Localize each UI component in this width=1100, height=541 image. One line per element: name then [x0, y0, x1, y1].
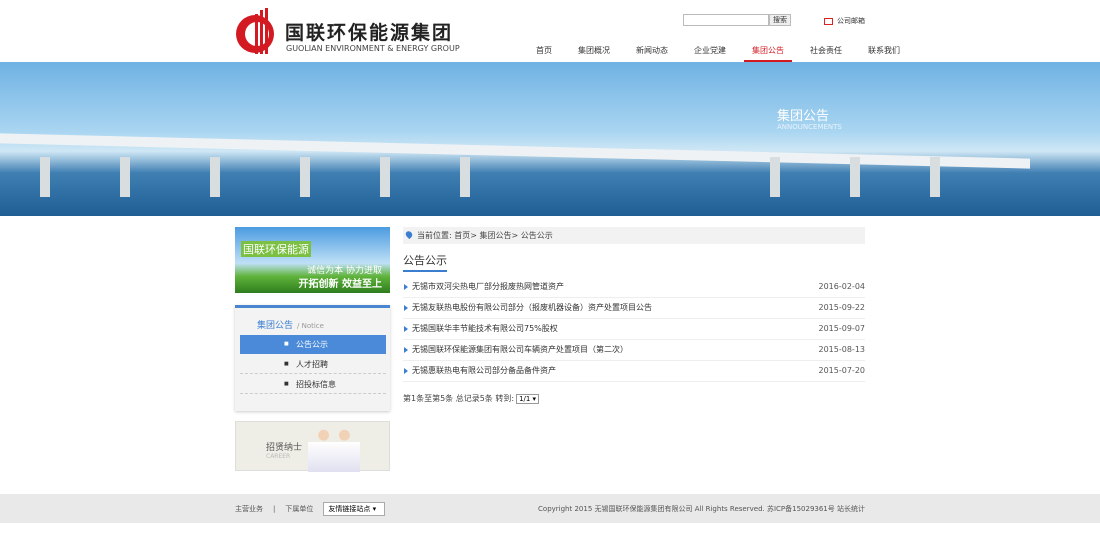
- nav-announcements[interactable]: 集团公告: [744, 45, 792, 62]
- company-mail-link[interactable]: 公司邮箱: [824, 16, 865, 26]
- friend-links-value: 友情链接站点: [328, 505, 371, 513]
- logo-icon[interactable]: [235, 8, 275, 54]
- breadcrumb: 当前位置: 首页> 集团公告> 公告公示: [403, 227, 865, 244]
- sidebar-item-bidding[interactable]: 招投标信息: [240, 375, 386, 394]
- item-date: 2015-09-07: [818, 324, 866, 333]
- banner-subtitle: ANNOUNCEMENTS: [777, 123, 842, 131]
- arrow-icon: [404, 368, 408, 374]
- item-title[interactable]: 无锡友联热电股份有限公司部分（报废机器设备）资产处置项目公告: [412, 298, 652, 318]
- nav-news[interactable]: 新闻动态: [628, 45, 676, 62]
- sidebar-menu: 集团公告/ Notice 公告公示 人才招聘 招投标信息: [235, 305, 390, 411]
- sidebar-promo-image: 国联环保能源 诚信为本 协力进取 开拓创新 效益至上: [235, 227, 390, 293]
- sidebar-item-notices[interactable]: 公告公示: [240, 335, 386, 354]
- pager-text: 第1条至第5条 总记录5条 转到:: [403, 394, 515, 403]
- career-title: 招贤纳士: [266, 443, 303, 453]
- pagination: 第1条至第5条 总记录5条 转到: 1/1 ▾: [403, 393, 540, 404]
- item-date: 2015-09-22: [818, 303, 866, 312]
- item-title[interactable]: 无锡国联华丰节能技术有限公司75%股权: [412, 319, 558, 339]
- career-banner[interactable]: 招贤纳士 CAREER: [235, 421, 390, 472]
- search-button[interactable]: 搜索: [769, 14, 791, 26]
- footer-links: 主营业务 | 下属单位 友情链接站点 ▾: [235, 502, 386, 516]
- footer-link-subsidiaries[interactable]: 下属单位: [285, 504, 313, 514]
- promo-line2: 开拓创新 效益至上: [298, 279, 382, 290]
- promo-brand: 国联环保能源: [241, 241, 311, 257]
- list-item[interactable]: 无锡市双河尖热电厂部分报废热网管道资产 2016-02-04: [403, 277, 865, 298]
- list-item[interactable]: 无锡友联热电股份有限公司部分（报废机器设备）资产处置项目公告 2015-09-22: [403, 298, 865, 319]
- breadcrumb-text: 当前位置: 首页> 集团公告> 公告公示: [417, 231, 553, 240]
- friend-links-select[interactable]: 友情链接站点 ▾: [323, 502, 386, 516]
- footer-separator: |: [273, 505, 276, 513]
- list-item[interactable]: 无锡国联环保能源集团有限公司车辆资产处置项目（第二次） 2015-08-13: [403, 340, 865, 361]
- item-title[interactable]: 无锡惠联热电有限公司部分备品备件资产: [412, 361, 556, 381]
- banner-image: [0, 62, 1100, 216]
- sidebar-item-recruitment[interactable]: 人才招聘: [240, 355, 386, 374]
- item-title[interactable]: 无锡国联环保能源集团有限公司车辆资产处置项目（第二次）: [412, 340, 628, 360]
- item-date: 2015-07-20: [818, 366, 866, 375]
- people-image: [308, 426, 360, 472]
- sidebar-title-cn: 集团公告: [257, 321, 294, 331]
- search-input[interactable]: [683, 14, 769, 26]
- arrow-icon: [404, 284, 408, 290]
- nav-responsibility[interactable]: 社会责任: [802, 45, 850, 62]
- page-title: 公告公示: [403, 252, 447, 272]
- nav-party[interactable]: 企业党建: [686, 45, 734, 62]
- list-item[interactable]: 无锡惠联热电有限公司部分备品备件资产 2015-07-20: [403, 361, 865, 382]
- item-date: 2015-08-13: [818, 345, 866, 354]
- copyright: Copyright 2015 无锡国联环保能源集团有限公司 All Rights…: [538, 505, 865, 513]
- mail-label: 公司邮箱: [837, 17, 865, 25]
- footer-link-business[interactable]: 主营业务: [235, 504, 263, 514]
- sidebar-title: 集团公告 / Notice: [257, 318, 324, 331]
- bridge-graphic: [0, 133, 1030, 169]
- arrow-icon: [404, 305, 408, 311]
- banner-title: 集团公告: [777, 109, 830, 124]
- location-pin-icon: [404, 229, 414, 240]
- nav-about[interactable]: 集团概况: [570, 45, 618, 62]
- mail-icon: [824, 17, 833, 25]
- arrow-icon: [404, 326, 408, 332]
- arrow-icon: [404, 347, 408, 353]
- main-nav: 首页 集团概况 新闻动态 企业党建 集团公告 社会责任 联系我们: [528, 45, 918, 62]
- career-subtitle: CAREER: [266, 453, 291, 460]
- list-item[interactable]: 无锡国联华丰节能技术有限公司75%股权 2015-09-07: [403, 319, 865, 340]
- item-date: 2016-02-04: [818, 282, 866, 291]
- sidebar-title-en: / Notice: [297, 322, 324, 330]
- logo-subtitle: GUOLIAN ENVIRONMENT & ENERGY GROUP: [286, 44, 460, 53]
- nav-home[interactable]: 首页: [528, 45, 560, 62]
- logo-text: 国联环保能源集团: [285, 22, 454, 44]
- nav-contact[interactable]: 联系我们: [860, 45, 908, 62]
- item-title[interactable]: 无锡市双河尖热电厂部分报废热网管道资产: [412, 277, 564, 297]
- page-select[interactable]: 1/1 ▾: [516, 393, 540, 404]
